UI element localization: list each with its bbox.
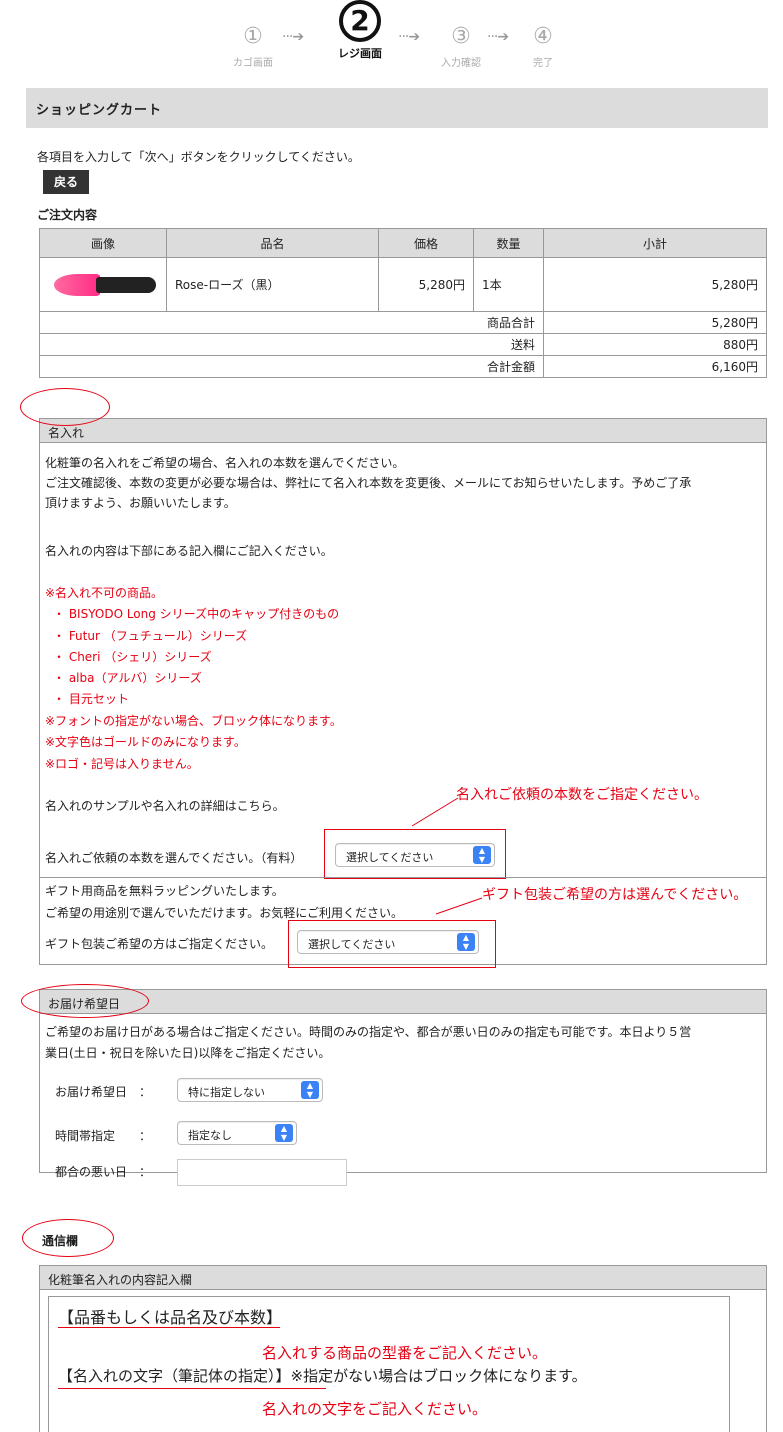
step-number: ④ [533,24,553,49]
product-name: Rose-ローズ（黒） [166,257,379,312]
gift-label: ギフト包装ご希望の方はご指定ください。 [45,937,274,951]
ng-item: ・ alba（アルバ）シリーズ [53,671,202,685]
memo-line: 【品番もしくは品名及び本数】 [58,1308,283,1327]
select-value: 特に指定しない [188,1086,265,1099]
select-spinner-icon: ▲ ▼ [457,933,475,951]
summary-row: 商品合計 5,280円 [39,311,767,334]
annotation-circle [21,984,149,1018]
order-table: 画像 品名 価格 数量 小計 Rose-ローズ（黒） 5,280円 1本 5,2… [39,228,767,378]
delivery-title: お届け希望日 [40,990,766,1014]
column-header: 小計 [543,228,767,258]
delivery-desc: 業日(土日・祝日を除いた日)以降をご指定ください。 [45,1046,331,1060]
step-number: 2 [339,0,381,42]
annotation-text: 名入れご依頼の本数をご指定ください。 [456,787,708,803]
column-header: 品名 [166,228,379,258]
annotation-underline [58,1388,326,1389]
column-header: 画像 [39,228,167,258]
summary-label: 送料 [39,333,544,356]
memo-box-title: 化粧筆名入れの内容記入欄 [40,1266,766,1290]
annotation-underline [58,1327,280,1328]
step-confirm: ③ 入力確認 [436,24,486,70]
delivery-time-select[interactable]: 指定なし ▲ ▼ [177,1121,297,1145]
naire-text: ご注文確認後、本数の変更が必要な場合は、弊社にて名入れ本数を変更後、メールにてお… [45,476,692,490]
table-header-row: 画像 品名 価格 数量 小計 [39,228,767,258]
select-spinner-icon: ▲ ▼ [275,1124,293,1142]
step-arrow: ···➔ [282,29,304,45]
back-button[interactable]: 戻る [43,170,89,194]
step-label: 完了 [533,58,553,69]
cart-header: ショッピングカート [26,88,768,128]
sample-link[interactable]: 名入れのサンプルや名入れの詳細はこちら。 [45,797,285,814]
annotation-text: 名入れする商品の型番をご記入ください。 [262,1344,548,1362]
step-label: カゴ画面 [233,58,273,69]
instruction-text: 各項目を入力して「次へ」ボタンをクリックしてください。 [37,150,360,164]
summary-row: 送料 880円 [39,333,767,356]
annotation-circle [22,1219,114,1257]
summary-label: 合計金額 [39,355,544,378]
naire-note: ※文字色はゴールドのみになります。 [45,735,246,749]
memo-line: 【名入れの文字（筆記体の指定）】※指定がない場合はブロック体になります。 [58,1367,587,1385]
count-label: 名入れご依頼の本数を選んでください。（有料） [45,851,303,865]
step-complete: ④ 完了 [523,24,563,70]
annotation-circle [20,388,110,426]
gift-text: ご希望の用途別で選んでいただけます。お気軽にご利用ください。 [45,906,403,920]
naire-text: 名入れの内容は下部にある記入欄にご記入ください。 [45,544,333,558]
product-image-cell [39,257,167,312]
naire-note: ※フォントの指定がない場合、ブロック体になります。 [45,714,342,728]
gift-select[interactable]: 選択してください ▲ ▼ [297,930,479,954]
annotation-text: 名入れの文字をご記入ください。 [262,1400,488,1418]
step-arrow: ···➔ [487,29,509,45]
product-qty: 1本 [473,257,544,312]
product-price: 5,280円 [378,257,474,312]
product-image [48,268,158,302]
naire-text: 頂けますよう、お願いいたします。 [45,496,236,510]
step-register: 2 レジ画面 [330,0,390,61]
naire-count-select[interactable]: 選択してください ▲ ▼ [335,843,495,867]
step-label: 入力確認 [441,58,481,69]
column-header: 価格 [378,228,474,258]
annotation-line [435,897,483,915]
annotation-line [411,797,459,827]
select-value: 指定なし [188,1129,232,1142]
bad-day-input[interactable] [177,1159,347,1186]
delivery-date-select[interactable]: 特に指定しない ▲ ▼ [177,1078,323,1102]
delivery-section: お届け希望日 [39,989,767,1173]
divider [39,877,767,878]
date-label: お届け希望日 ： [55,1085,152,1099]
step-number: ③ [451,24,471,49]
summary-value: 880円 [543,333,767,356]
column-header: 数量 [473,228,544,258]
select-spinner-icon: ▲ ▼ [301,1081,319,1099]
delivery-desc: ご希望のお届け日がある場合はご指定ください。時間のみの指定や、都合が悪い日のみの… [45,1025,692,1039]
ng-item: ・ 目元セット [53,692,129,706]
naire-title: 名入れ [40,419,766,443]
summary-value: 5,280円 [543,311,767,334]
select-value: 選択してください [308,938,396,951]
step-number: ① [243,24,263,49]
order-title: ご注文内容 [37,208,98,222]
summary-row: 合計金額 6,160円 [39,355,767,378]
step-cart: ① カゴ画面 [228,24,278,70]
time-label: 時間帯指定 ： [55,1129,152,1143]
naire-note: ※ロゴ・記号は入りません。 [45,757,199,771]
bad-day-label: 都合の悪い日 ： [55,1165,152,1179]
ng-item: ・ Cheri （シェリ）シリーズ [53,650,212,664]
table-row: Rose-ローズ（黒） 5,280円 1本 5,280円 [39,257,767,312]
summary-label: 商品合計 [39,311,544,334]
summary-value: 6,160円 [543,355,767,378]
select-value: 選択してください [346,851,434,864]
product-subtotal: 5,280円 [543,257,767,312]
ng-item: ・ Futur （フュチュール）シリーズ [53,629,248,643]
select-spinner-icon: ▲ ▼ [473,846,491,864]
ng-item: ・ BISYODO Long シリーズ中のキャップ付きのもの [53,607,340,621]
ng-title: ※名入れ不可の商品。 [45,586,164,600]
step-arrow: ···➔ [398,29,420,45]
step-label: レジ画面 [338,47,382,60]
gift-text: ギフト用商品を無料ラッピングいたします。 [45,884,284,898]
step-indicator: ① カゴ画面 ···➔ 2 レジ画面 ···➔ ③ 入力確認 ···➔ ④ 完了 [0,0,783,80]
annotation-text: ギフト包装ご希望の方は選んでください。 [482,887,748,903]
naire-text: 化粧筆の名入れをご希望の場合、名入れの本数を選んでください。 [45,456,405,470]
